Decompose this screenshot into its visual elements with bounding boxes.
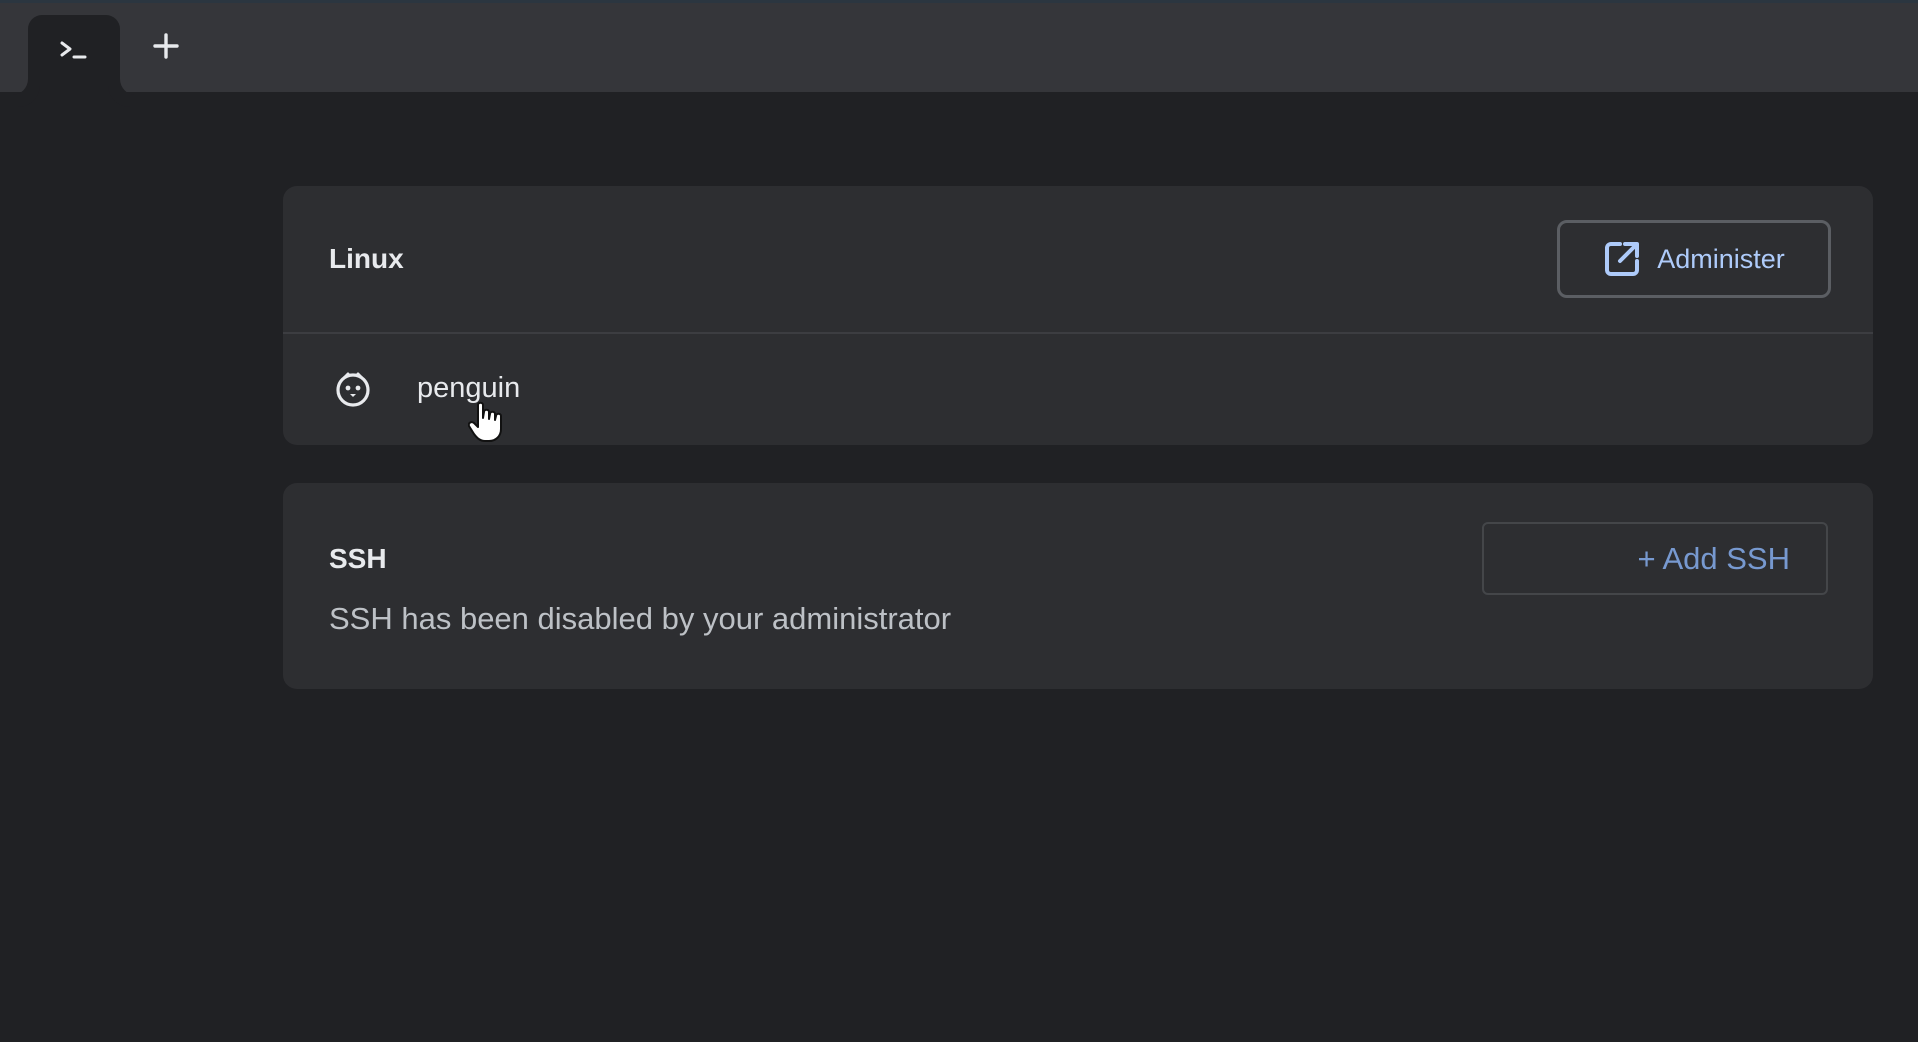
- ssh-card-header: SSH + Add SSH: [283, 483, 1873, 595]
- ssh-card: SSH + Add SSH SSH has been disabled by y…: [283, 483, 1873, 689]
- administer-label: Administer: [1657, 243, 1785, 274]
- tab-terminal-home[interactable]: [28, 15, 120, 95]
- penguin-icon: [336, 372, 370, 407]
- administer-button[interactable]: Administer: [1557, 220, 1831, 298]
- ssh-disabled-message: SSH has been disabled by your administra…: [329, 601, 952, 636]
- linux-card: Linux Administer penguin: [283, 186, 1873, 445]
- terminal-prompt-icon: [60, 41, 87, 59]
- linux-title: Linux: [329, 243, 404, 274]
- ssh-title: SSH: [329, 543, 387, 574]
- add-ssh-button[interactable]: + Add SSH: [1482, 522, 1828, 595]
- plus-icon: [153, 33, 179, 59]
- container-item-penguin[interactable]: penguin: [283, 334, 1873, 443]
- tab-strip: [0, 0, 1918, 95]
- container-name: penguin: [417, 372, 521, 404]
- linux-card-header: Linux Administer: [283, 186, 1873, 334]
- new-tab-button[interactable]: [145, 25, 187, 67]
- open-in-new-icon: [1605, 242, 1640, 276]
